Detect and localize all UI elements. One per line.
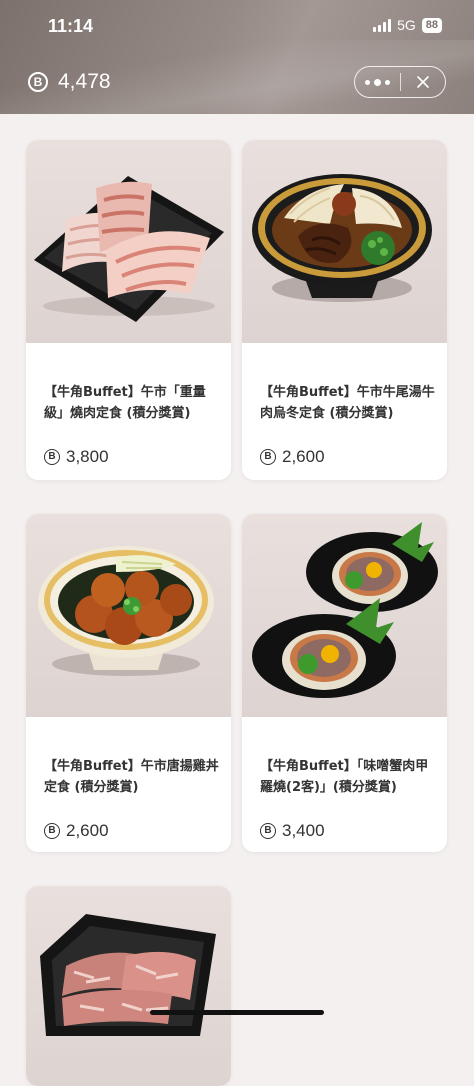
signal-icon — [373, 18, 392, 32]
product-title: 【牛角Buffet】「味噌蟹肉甲羅燒(2客)」(積分獎賞) — [260, 759, 429, 795]
price-value: 3,400 — [282, 821, 325, 840]
coin-b-icon: B — [260, 449, 276, 465]
product-card[interactable] — [26, 886, 231, 1086]
price-value: 3,800 — [66, 447, 109, 466]
product-card[interactable]: 【牛角Buffet】午市「重量級」燒肉定食 (積分獎賞) B 3,800 — [26, 140, 231, 480]
points-balance: B 4,478 — [28, 70, 111, 94]
coin-b-icon: B — [28, 72, 48, 92]
coin-b-icon: B — [44, 823, 60, 839]
network-label: 5G — [397, 17, 416, 33]
product-title: 【牛角Buffet】午市唐揚雞丼定食 (積分獎賞) — [44, 759, 219, 795]
status-time: 11:14 — [48, 16, 94, 36]
more-dots-icon — [364, 78, 390, 86]
battery-icon: 88 — [421, 17, 442, 33]
product-price: B 3,400 — [260, 821, 325, 841]
mini-program-header: 11:14 5G 88 B 4,478 — [0, 0, 474, 114]
product-card[interactable]: 【牛角Buffet】午市唐揚雞丼定食 (積分獎賞) B 2,600 — [26, 514, 231, 852]
close-button[interactable] — [401, 67, 446, 97]
product-grid: 【牛角Buffet】午市「重量級」燒肉定食 (積分獎賞) B 3,800 【牛角… — [0, 114, 474, 1086]
coin-b-icon: B — [260, 823, 276, 839]
oxtail-beef-udon-bowl-image — [242, 140, 447, 343]
product-card[interactable]: 【牛角Buffet】「味噌蟹肉甲羅燒(2客)」(積分獎賞) B 3,400 — [242, 514, 447, 852]
status-indicators: 5G 88 — [373, 17, 442, 33]
price-value: 2,600 — [66, 821, 109, 840]
home-indicator — [150, 1010, 324, 1015]
product-title: 【牛角Buffet】午市「重量級」燒肉定食 (積分獎賞) — [44, 385, 206, 421]
grilled-pork-slices-tray-image — [26, 140, 231, 343]
points-value: 4,478 — [58, 70, 111, 93]
product-price: B 2,600 — [44, 821, 109, 841]
product-card[interactable]: 【牛角Buffet】午市牛尾湯牛肉烏冬定食 (積分獎賞) B 2,600 — [242, 140, 447, 480]
price-value: 2,600 — [282, 447, 325, 466]
product-title: 【牛角Buffet】午市牛尾湯牛肉烏冬定食 (積分獎賞) — [260, 385, 435, 421]
more-button[interactable] — [355, 67, 400, 97]
close-icon — [416, 76, 429, 88]
product-price: B 2,600 — [260, 447, 325, 467]
mini-program-capsule — [354, 66, 446, 98]
miso-crab-shell-plates-image — [242, 514, 447, 717]
karaage-chicken-rice-bowl-image — [26, 514, 231, 717]
product-price: B 3,800 — [44, 447, 109, 467]
coin-b-icon: B — [44, 449, 60, 465]
marbled-beef-tray-image — [26, 886, 231, 1086]
